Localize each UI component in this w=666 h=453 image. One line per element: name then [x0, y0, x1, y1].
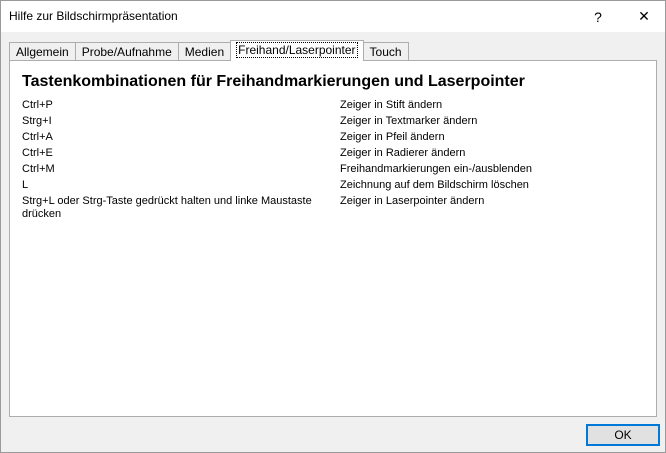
- shortcut-action: Zeichnung auf dem Bildschirm löschen: [340, 179, 529, 191]
- ok-button[interactable]: OK: [586, 424, 660, 446]
- shortcut-action: Zeiger in Pfeil ändern: [340, 131, 445, 143]
- shortcut-keys: Strg+I: [22, 115, 52, 127]
- shortcut-row: L Zeichnung auf dem Bildschirm löschen: [22, 179, 642, 192]
- shortcut-row: Ctrl+E Zeiger in Radierer ändern: [22, 147, 642, 160]
- dialog-window: Hilfe zur Bildschirmpräsentation ? ✕ All…: [0, 0, 666, 453]
- shortcut-row: Ctrl+M Freihandmarkierungen ein-/ausblen…: [22, 163, 642, 176]
- tab-probe-aufnahme[interactable]: Probe/Aufnahme: [74, 42, 179, 61]
- shortcut-keys: L: [22, 179, 29, 191]
- window-title: Hilfe zur Bildschirmpräsentation: [9, 9, 178, 23]
- shortcut-keys: Ctrl+P: [22, 99, 53, 111]
- tab-strip: Allgemein Probe/Aufnahme Medien Freihand…: [9, 40, 409, 61]
- shortcut-action: Zeiger in Textmarker ändern: [340, 115, 478, 127]
- shortcut-keys: Ctrl+E: [22, 147, 53, 159]
- shortcut-row: Ctrl+A Zeiger in Pfeil ändern: [22, 131, 642, 144]
- shortcut-keys: Ctrl+A: [22, 131, 53, 143]
- shortcut-action: Freihandmarkierungen ein-/ausblenden: [340, 163, 533, 175]
- tab-medien[interactable]: Medien: [177, 42, 232, 61]
- shortcut-list: Ctrl+P Zeiger in Stift ändern Strg+I Zei…: [22, 99, 642, 224]
- panel-heading: Tastenkombinationen für Freihandmarkieru…: [22, 73, 525, 90]
- help-button[interactable]: ?: [575, 1, 621, 32]
- shortcut-action: Zeiger in Stift ändern: [340, 99, 443, 111]
- tab-touch[interactable]: Touch: [362, 42, 409, 61]
- shortcut-row: Strg+I Zeiger in Textmarker ändern: [22, 115, 642, 128]
- close-icon[interactable]: ✕: [621, 1, 666, 32]
- tab-panel: Tastenkombinationen für Freihandmarkieru…: [9, 60, 657, 417]
- tab-allgemein[interactable]: Allgemein: [9, 42, 76, 61]
- shortcut-keys: Strg+L oder Strg-Taste gedrückt halten u…: [22, 195, 312, 220]
- shortcut-keys: Ctrl+M: [22, 163, 55, 175]
- title-bar: Hilfe zur Bildschirmpräsentation ? ✕: [1, 1, 665, 32]
- shortcut-action: Zeiger in Radierer ändern: [340, 147, 466, 159]
- tab-freihand-laserpointer[interactable]: Freihand/Laserpointer: [230, 40, 364, 61]
- shortcut-action: Zeiger in Laserpointer ändern: [340, 195, 485, 207]
- shortcut-row: Ctrl+P Zeiger in Stift ändern: [22, 99, 642, 112]
- shortcut-row: Strg+L oder Strg-Taste gedrückt halten u…: [22, 195, 642, 221]
